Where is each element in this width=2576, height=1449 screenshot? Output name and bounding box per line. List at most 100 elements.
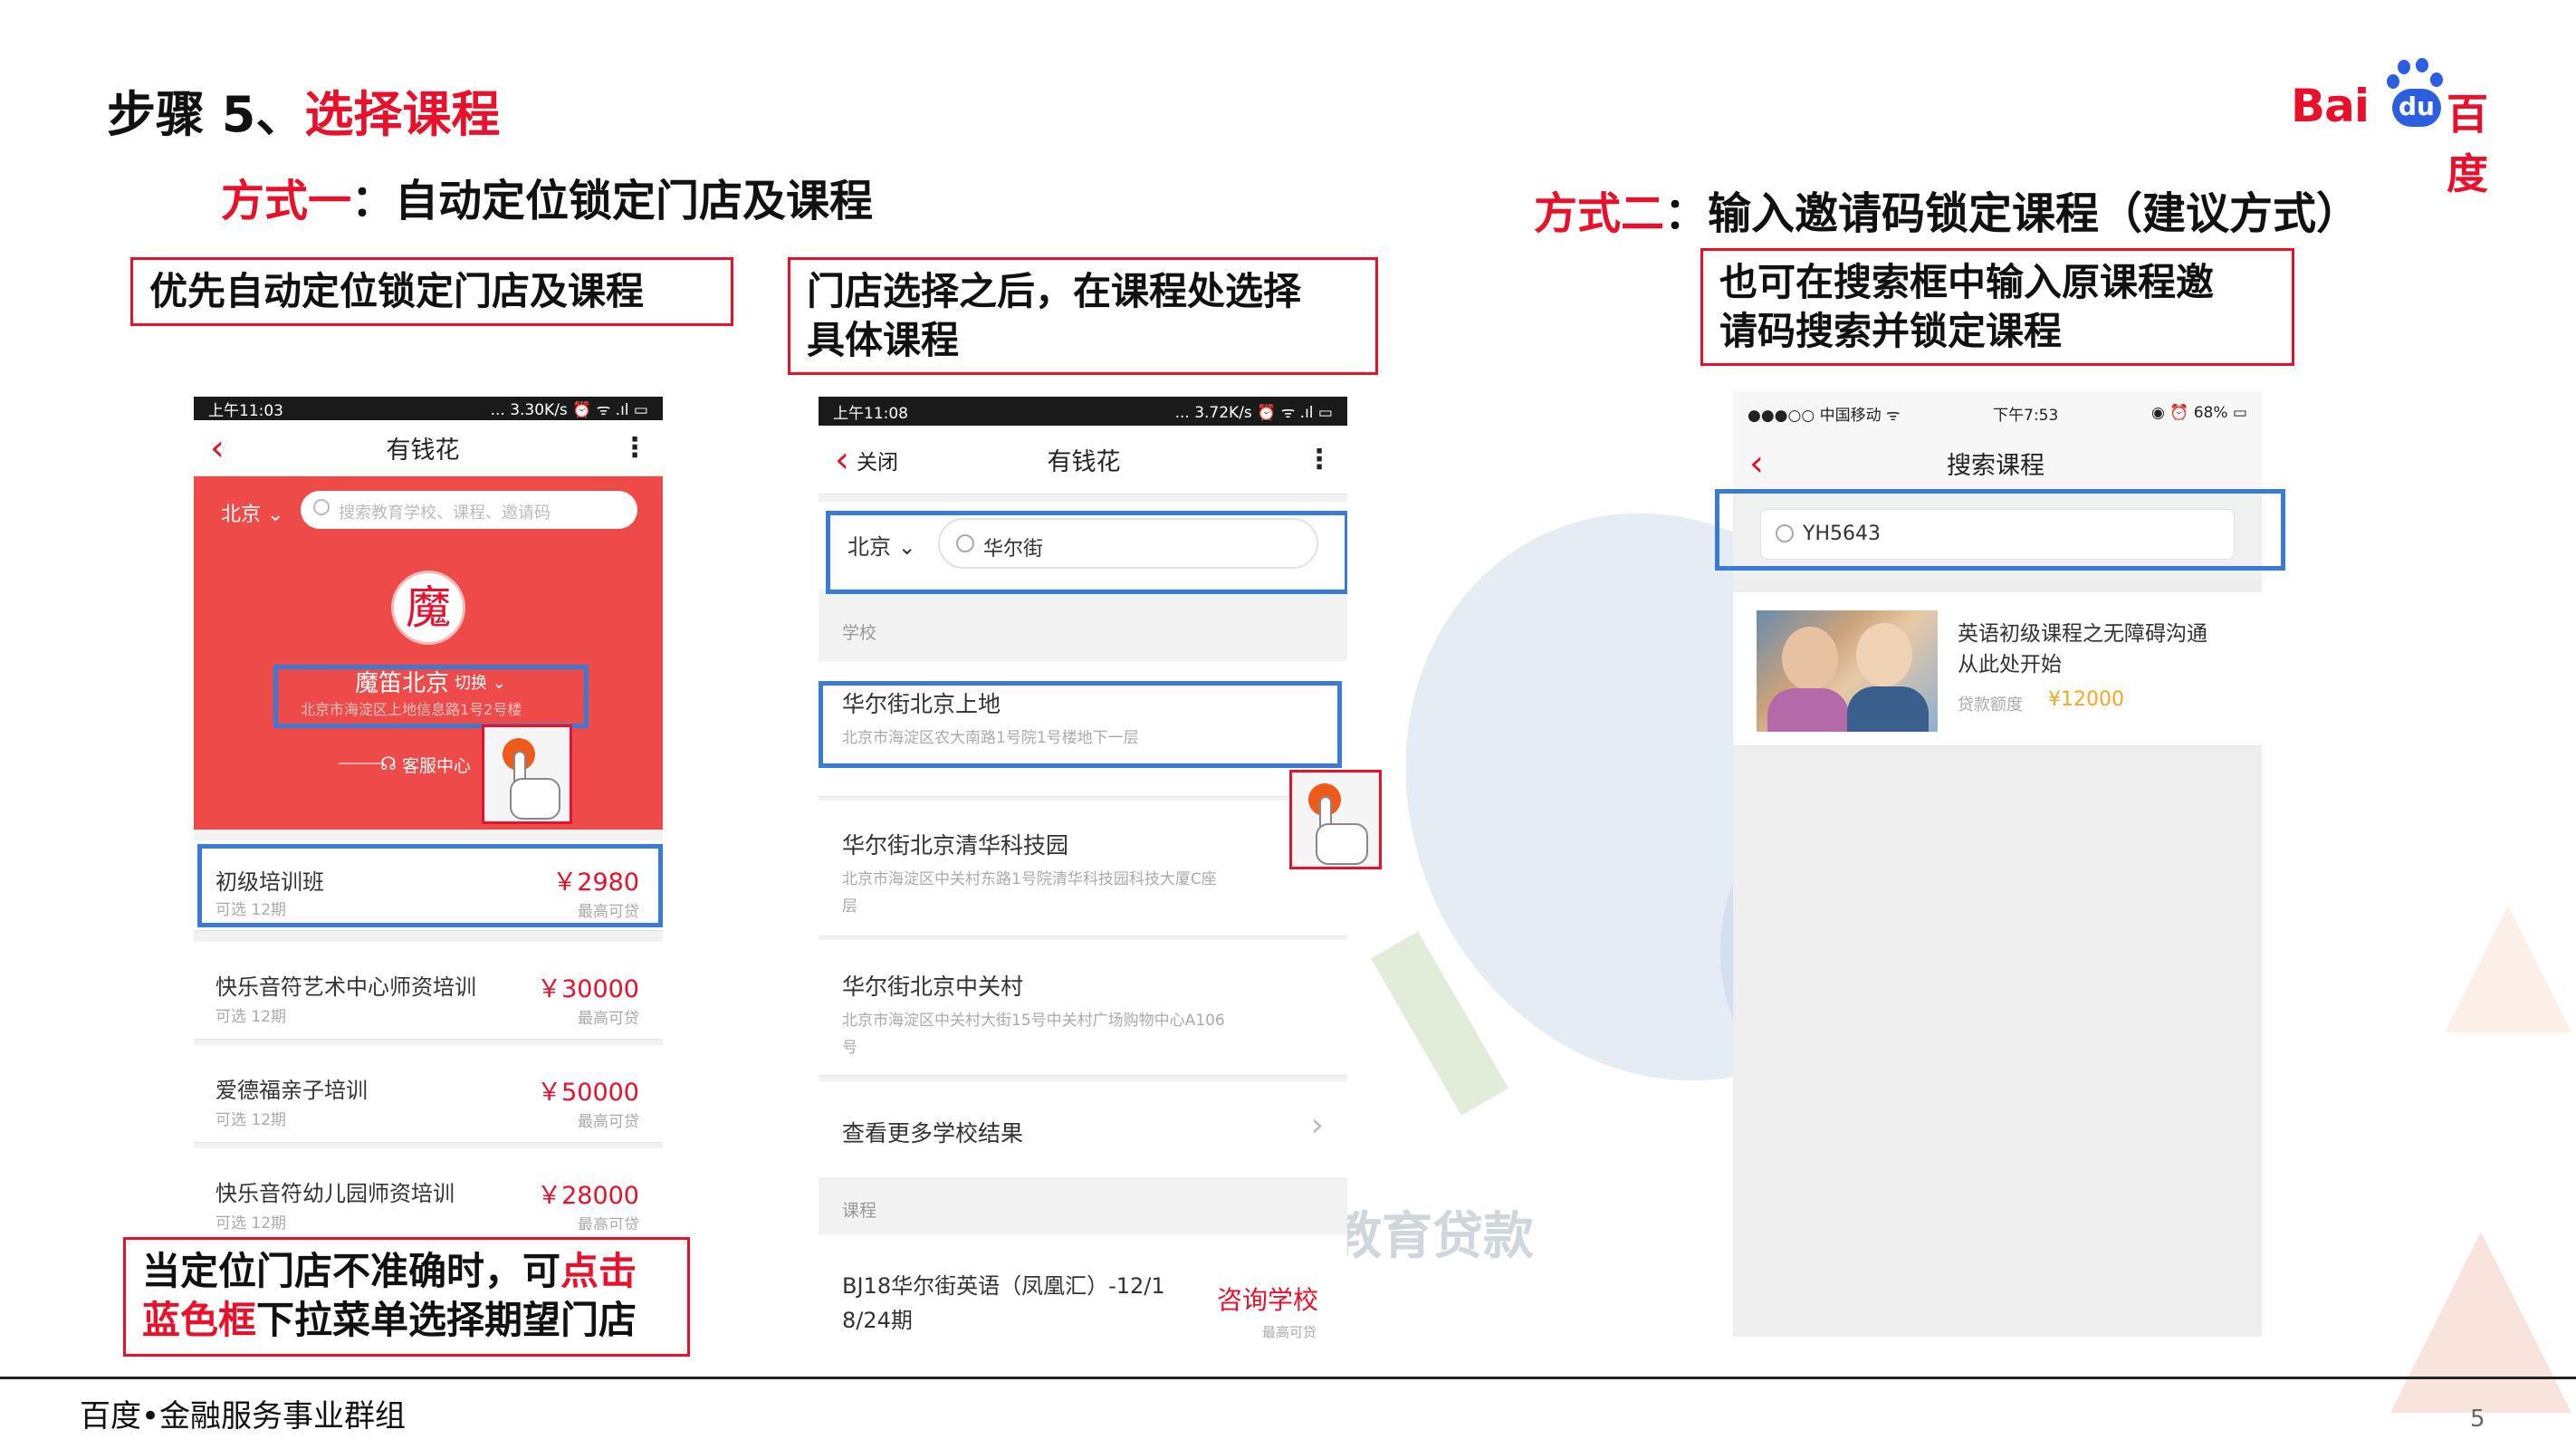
nav-bar: ‹ 有钱花 ⋮ — [194, 420, 663, 476]
course-result-card[interactable]: 英语初级课程之无障碍沟通 从此处开始 贷款额度 ¥12000 — [1733, 592, 2262, 746]
paw-icon: du — [2385, 58, 2448, 130]
status-bar: ●●●○○ 中国移动 ᯤ 下午7:53 ◉ ⏰ 68% ▭ — [1733, 391, 2262, 435]
service-center-link[interactable]: 客服中心 — [402, 753, 471, 777]
logo-text-en: Bai — [2291, 80, 2370, 132]
method1-label: 方式一 — [221, 176, 352, 226]
course-name: 快乐音符艺术中心师资培训 — [215, 974, 476, 1000]
course-price: ￥30000 — [537, 975, 639, 1003]
search-placeholder: 搜索教育学校、课程、邀请码 — [339, 504, 551, 523]
callout-text: 下拉菜单选择期望门店 — [256, 1298, 637, 1342]
school-address-cont: 号 — [842, 1039, 857, 1057]
course-price-note: 最高可贷 — [578, 1010, 639, 1028]
callout-text: 当定位门店不准确时，可 — [142, 1249, 561, 1293]
consult-school-button[interactable]: 咨询学校 — [1217, 1281, 1318, 1317]
back-close-group[interactable]: ‹ 关闭 — [835, 442, 898, 478]
course-price: ￥28000 — [537, 1182, 639, 1210]
back-chevron-icon[interactable]: ‹ — [835, 442, 849, 478]
callout-text-highlight: 蓝色框 — [142, 1298, 257, 1342]
footer-divider — [0, 1377, 2576, 1379]
store-highlight-box — [273, 665, 589, 728]
callout-choose-course-line2: 具体课程 — [807, 318, 960, 362]
course-name: 爱德福亲子培训 — [215, 1078, 368, 1103]
more-schools-link: 查看更多学校结果 — [842, 1120, 1024, 1147]
course-periods: 可选 12期 — [215, 1008, 287, 1026]
school-address-cont: 层 — [842, 897, 857, 916]
slide: 教育贷款 步骤 5、选择课程 Bai du 百度 方式一：自动定位锁定门店及课程… — [0, 0, 2576, 1449]
city-selector[interactable]: 北京 ⌄ — [221, 498, 283, 527]
watermark: 教育贷款 — [1331, 1207, 1534, 1266]
back-chevron-icon[interactable]: ‹ — [1749, 446, 1764, 482]
method2-label: 方式二 — [1534, 188, 1665, 239]
course-name-line2: 8/24期 — [842, 1308, 913, 1333]
course-price-note: 最高可贷 — [578, 1113, 639, 1131]
nav-title: 有钱花 — [386, 437, 460, 465]
store-avatar: 魔 — [391, 571, 465, 645]
school-name: 华尔街北京清华科技园 — [842, 832, 1069, 859]
page-title: 步骤 5、选择课程 — [107, 74, 500, 146]
course-row-2[interactable]: 快乐音符艺术中心师资培训 可选 12期 ￥30000 最高可贷 — [194, 942, 663, 1040]
callout-wrong-store: 当定位门店不准确时，可点击 蓝色框下拉菜单选择期望门店 — [123, 1237, 690, 1357]
close-button[interactable]: 关闭 — [857, 445, 898, 475]
chevron-right-icon: › — [1310, 1107, 1324, 1144]
background-paper-plane-icon — [2445, 906, 2571, 1032]
school-name: 华尔街北京中关村 — [842, 974, 1024, 1000]
status-time: 上午11:08 — [833, 404, 908, 423]
callout-invite-code-line2: 请码搜索并锁定课程 — [1719, 309, 2063, 353]
step-number: 步骤 5、 — [107, 86, 305, 143]
course-highlight-box — [197, 844, 663, 927]
callout-choose-course: 门店选择之后，在课程处选择 具体课程 — [788, 257, 1378, 375]
search-highlight-box — [826, 511, 1347, 594]
phone-screen-store-search: 上午11:08 ... 3.72K/s ⏰ ᯤ .ıl ▭ ‹ 关闭 有钱花 ⋮ 北… — [819, 397, 1347, 1340]
back-chevron-icon[interactable]: ‹ — [210, 430, 225, 466]
course-periods: 可选 12期 — [215, 1214, 287, 1230]
more-schools-row[interactable]: 查看更多学校结果 › — [819, 1081, 1347, 1179]
step-title: 选择课程 — [304, 86, 501, 143]
tap-hand-icon — [482, 724, 572, 824]
logo-text-cn: 百度 — [2447, 90, 2488, 198]
loan-value: ¥12000 — [2048, 688, 2124, 711]
search-icon — [313, 499, 330, 515]
nav-title: 有钱花 — [1047, 448, 1121, 476]
nav-bar: ‹ 关闭 有钱花 ⋮ — [819, 426, 1347, 494]
more-options-icon[interactable]: ⋮ — [621, 432, 648, 464]
loan-label: 贷款额度 — [1958, 696, 2023, 715]
status-icons: ◉ ⏰ 68% ▭ — [2150, 404, 2247, 422]
callout-auto-locate-text: 优先自动定位锁定门店及课程 — [149, 269, 645, 313]
status-time: 下午7:53 — [1993, 406, 2059, 425]
school-row-2[interactable]: 华尔街北京清华科技园 北京市海淀区中关村东路1号院清华科技园科技大厦C座 层 — [819, 801, 1347, 936]
course-row-4[interactable]: 快乐音符幼儿园师资培训 可选 12期 ￥28000 最高可贷 — [194, 1148, 663, 1230]
course-title-line1: 英语初级课程之无障碍沟通 — [1958, 622, 2207, 646]
status-time: 上午11:03 — [208, 401, 283, 420]
callout-invite-code-line1: 也可在搜索框中输入原课程邀 — [1719, 260, 2215, 304]
course-title-line2: 从此处开始 — [1958, 653, 2062, 677]
status-bar: 上午11:03 ... 3.30K/s ⏰ ᯤ .ıl ▭ — [194, 397, 663, 420]
method1-text: 自动定位锁定门店及课程 — [395, 176, 874, 226]
callout-wrong-store-line1: 当定位门店不准确时，可点击 — [142, 1247, 671, 1296]
method2-text: 输入邀请码锁定课程（建议方式） — [1708, 188, 2361, 239]
footer-org: 百度•金融服务事业群组 — [80, 1398, 407, 1435]
callout-wrong-store-line2: 蓝色框下拉菜单选择期望门店 — [142, 1296, 671, 1345]
baidu-logo: Bai du 百度 — [2291, 58, 2526, 198]
headset-icon: ☊ — [380, 753, 397, 774]
course-row-3[interactable]: 爱德福亲子培训 可选 12期 ￥50000 最高可贷 — [194, 1045, 663, 1143]
nav-title: 搜索课程 — [1947, 452, 2045, 480]
consult-note: 最高可贷 — [1261, 1324, 1317, 1340]
invite-search-highlight-box — [1715, 489, 2285, 571]
method2-heading: 方式二：输入邀请码锁定课程（建议方式） — [1534, 178, 2360, 241]
status-carrier: ●●●○○ 中国移动 ᯤ — [1748, 406, 1901, 425]
callout-auto-locate: 优先自动定位锁定门店及课程 — [130, 257, 733, 326]
status-bar: 上午11:08 ... 3.72K/s ⏰ ᯤ .ıl ▭ — [819, 397, 1347, 426]
course-name-line1: BJ18华尔街英语（凤凰汇）-12/1 — [842, 1273, 1165, 1299]
course-row[interactable]: BJ18华尔街英语（凤凰汇）-12/1 8/24期 咨询学校 最高可贷 — [819, 1235, 1347, 1340]
method2-separator: ： — [1664, 188, 1709, 239]
status-icons: ... 3.72K/s ⏰ ᯤ .ıl ▭ — [1174, 403, 1333, 422]
course-name: 快乐音符幼儿园师资培训 — [215, 1181, 455, 1206]
search-input[interactable]: 搜索教育学校、课程、邀请码 — [301, 491, 637, 529]
method1-heading: 方式一：自动定位锁定门店及课程 — [221, 165, 873, 228]
school-address: 北京市海淀区中关村东路1号院清华科技园科技大厦C座 — [842, 870, 1217, 888]
callout-invite-code: 也可在搜索框中输入原课程邀 请码搜索并锁定课程 — [1700, 248, 2294, 366]
more-options-icon[interactable]: ⋮ — [1306, 444, 1333, 475]
section-label-course: 课程 — [842, 1201, 877, 1221]
school-row-3[interactable]: 华尔街北京中关村 北京市海淀区中关村大街15号中关村广场购物中心A106 号 — [819, 940, 1347, 1076]
course-price-note: 最高可贷 — [578, 1216, 639, 1230]
